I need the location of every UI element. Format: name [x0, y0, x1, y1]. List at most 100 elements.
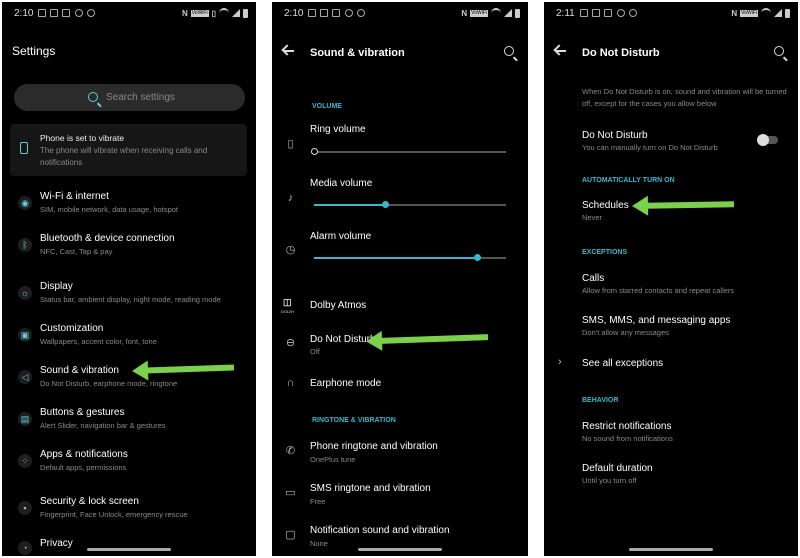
calendar-icon — [62, 9, 70, 17]
nfc-icon: N — [181, 8, 188, 18]
status-bar: 2:10 N VoWiFi ▯ — [2, 2, 256, 24]
settings-item-bluetooth[interactable]: ᛒ Bluetooth & device connection NFC, Cas… — [2, 232, 256, 268]
lock-icon: ▪ — [18, 501, 32, 515]
notification-sound-row[interactable]: ▢ Notification sound and vibration None — [272, 523, 528, 551]
search-icon[interactable] — [774, 46, 784, 56]
notification-icon — [38, 9, 46, 17]
calendar-icon — [604, 9, 612, 17]
do-not-disturb-row[interactable]: ⊖ Do Not Disturb Off — [272, 331, 528, 359]
phone-ringtone-row[interactable]: ✆ Phone ringtone and vibration OnePlus t… — [272, 439, 528, 467]
settings-item-buttons[interactable]: ▤ Buttons & gestures Alert Slider, navig… — [2, 406, 256, 442]
bluetooth-icon: ᛒ — [18, 238, 32, 252]
item-subtitle: Off — [310, 347, 320, 356]
calls-row[interactable]: Calls Allow from starred contacts and re… — [544, 271, 798, 299]
item-title: Dolby Atmos — [310, 300, 367, 311]
music-note-icon: ♪ — [287, 192, 294, 204]
item-title: Privacy — [40, 538, 73, 549]
alarm-volume-fill — [314, 257, 478, 259]
nav-handle[interactable] — [629, 548, 713, 551]
section-header-ringtone: RINGTONE & VIBRATION — [312, 417, 396, 424]
media-volume-slider[interactable] — [314, 201, 506, 208]
dolby-atmos-row[interactable]: ◫ DOLBY Dolby Atmos — [272, 294, 528, 318]
section-header-auto: AUTOMATICALLY TURN ON — [582, 177, 675, 184]
earphone-mode-row[interactable]: ∩ Earphone mode — [272, 374, 528, 394]
signal-icon — [232, 9, 240, 17]
section-header-volume: VOLUME — [312, 103, 342, 110]
item-title: See all exceptions — [582, 358, 664, 369]
ring-volume-thumb[interactable] — [311, 148, 318, 155]
wifi-icon — [219, 8, 229, 18]
item-subtitle: NFC, Cast, Tap & pay — [40, 247, 113, 256]
back-arrow-icon[interactable] — [284, 50, 294, 52]
alarm-volume-thumb[interactable] — [474, 254, 482, 261]
notification-icon: ▢ — [285, 529, 296, 541]
settings-item-security[interactable]: ▪ Security & lock screen Fingerprint, Fa… — [2, 495, 256, 531]
item-subtitle: Free — [310, 497, 326, 506]
phone-icon: ✆ — [285, 445, 296, 457]
media-volume-thumb[interactable] — [382, 201, 390, 208]
ring-volume-slider[interactable] — [311, 148, 506, 155]
sound-vibration-screen: 2:10 N VoWiFi Sound & vibration VOLUME ▯… — [272, 2, 528, 556]
alarm-volume-slider[interactable] — [314, 254, 506, 261]
see-all-exceptions-row[interactable]: › See all exceptions — [544, 354, 798, 374]
speaker-icon: ◁ — [18, 370, 32, 384]
restrict-notifications-row[interactable]: Restrict notifications No sound from not… — [544, 419, 798, 447]
buttons-icon: ▤ — [18, 412, 32, 426]
item-title: Bluetooth & device connection — [40, 233, 175, 244]
item-subtitle: You can manually turn on Do Not Disturb — [582, 143, 718, 152]
calendar-icon — [320, 9, 328, 17]
sms-ringtone-row[interactable]: ▭ SMS ringtone and vibration Free — [272, 481, 528, 509]
item-title: Sound & vibration — [40, 365, 119, 376]
ring-volume-label: Ring volume — [310, 124, 366, 135]
item-title: Do Not Disturb — [582, 130, 648, 141]
nav-handle[interactable] — [87, 548, 171, 551]
dnd-intro-text: When Do Not Disturb is on, sound and vib… — [582, 87, 787, 108]
item-title: Wi-Fi & internet — [40, 191, 109, 202]
notice-title: Phone is set to vibrate — [40, 133, 125, 143]
calendar-icon — [592, 9, 600, 17]
item-subtitle: Wallpapers, accent color, font, tone — [40, 337, 157, 346]
status-time: 2:10 — [14, 8, 34, 19]
item-subtitle: Fingerprint, Face Unlock, emergency resc… — [40, 510, 188, 519]
sms-row[interactable]: SMS, MMS, and messaging apps Don't allow… — [544, 313, 798, 341]
dnd-toggle-switch[interactable] — [757, 134, 778, 146]
item-subtitle: Never — [582, 213, 603, 222]
item-subtitle: Allow from starred contacts and repeat c… — [582, 286, 735, 295]
notification-icon — [308, 9, 316, 17]
page-title: Settings — [12, 44, 56, 58]
nav-handle[interactable] — [358, 548, 442, 551]
search-icon[interactable] — [504, 46, 514, 56]
dnd-toggle-row[interactable]: Do Not Disturb You can manually turn on … — [544, 128, 798, 156]
location-icon — [357, 9, 365, 17]
search-bar[interactable]: Search settings — [14, 84, 245, 111]
item-title: Default duration — [582, 463, 653, 474]
vowifi-icon: VoWiFi — [190, 9, 209, 17]
page-title: Sound & vibration — [310, 47, 405, 59]
nfc-icon: N — [731, 8, 738, 18]
item-title: SMS ringtone and vibration — [310, 483, 431, 494]
vpn-icon — [75, 9, 83, 17]
item-subtitle: Default apps, permissions — [40, 463, 127, 472]
item-subtitle: Do Not Disturb, earphone mode, ringtone — [40, 379, 178, 388]
vibrate-icon: ▯ — [287, 138, 294, 150]
vpn-icon — [345, 9, 353, 17]
settings-item-privacy[interactable]: ◔ Privacy — [2, 537, 256, 556]
section-header-exceptions: EXCEPTIONS — [582, 249, 628, 256]
settings-item-apps[interactable]: ⁘ Apps & notifications Default apps, per… — [2, 448, 256, 484]
settings-screen: 2:10 N VoWiFi ▯ Settings Search settings… — [2, 2, 256, 556]
item-subtitle: Until you turn off — [582, 476, 637, 485]
wifi-icon: ◉ — [18, 196, 32, 210]
status-icons: N VoWiFi ▯ — [182, 8, 248, 18]
dolby-icon: ◫ — [283, 297, 292, 307]
settings-item-display[interactable]: ☼ Display Status bar, ambient display, n… — [2, 280, 256, 316]
item-title: SMS, MMS, and messaging apps — [582, 315, 731, 326]
vibrate-notice-card[interactable]: Phone is set to vibrate The phone will v… — [10, 124, 247, 176]
status-icons: N VoWiFi — [731, 8, 790, 18]
search-icon — [88, 92, 98, 102]
settings-item-customization[interactable]: ▣ Customization Wallpapers, accent color… — [2, 322, 256, 358]
default-duration-row[interactable]: Default duration Until you turn off — [544, 461, 798, 489]
back-arrow-icon[interactable] — [556, 50, 566, 52]
item-title: Calls — [582, 273, 605, 284]
settings-item-wifi[interactable]: ◉ Wi-Fi & internet SIM, mobile network, … — [2, 190, 256, 226]
wifi-icon — [761, 8, 771, 18]
